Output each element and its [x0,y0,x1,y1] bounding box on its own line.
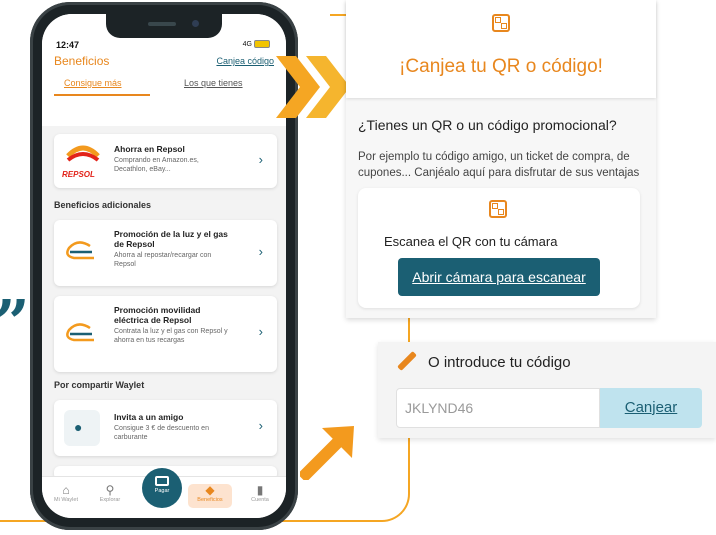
chevron-right-icon: › [258,418,263,433]
status-time: 12:47 [56,40,80,50]
chevron-right-icon: › [258,324,263,339]
decorative-frame-top [330,14,346,16]
scan-card: Escanea el QR con tu cámara Abrir cámara… [358,188,640,308]
phone-mockup: 12:47 4G Beneficios Canjea código Consig… [30,2,298,530]
promo-code-input[interactable]: JKLYND46 [396,388,600,428]
card-subtitle: Consigue 3 € de descuento en carburante [114,425,209,441]
invite-friend-card[interactable]: ● Invita a un amigo Consigue 3 € de desc… [54,400,277,456]
section-title-additional: Beneficios adicionales [54,200,152,210]
pay-button[interactable]: Pagar [142,468,182,508]
open-camera-button[interactable]: Abrir cámara para escanear [398,258,600,296]
redeem-button[interactable]: Canjear [600,388,702,428]
repsol-logo-icon [66,145,100,162]
friends-icon: ● [64,410,100,446]
chevron-right-icon: › [258,244,263,259]
question-heading: ¿Tienes un QR o un código promocional? [358,117,617,133]
card-title: Ahorra en Repsol [114,144,185,154]
luz-gas-card[interactable]: Promoción de la luz y el gas de Repsol A… [54,220,277,286]
arrow-up-right-icon [300,426,354,480]
qr-code-icon [489,200,507,218]
redeem-panel: ¡Canjea tu QR o código! ¿Tienes un QR o … [346,0,656,318]
phone-notch [106,14,222,38]
location-pin-icon: ⚲ [105,483,115,497]
plug-icon [66,323,94,342]
battery-icon [254,40,270,48]
shield-icon: ◆ [205,483,215,497]
redeem-code-link[interactable]: Canjea código [216,56,274,66]
qr-code-icon [492,14,510,32]
code-entry-title: O introduce tu código [428,354,571,371]
section-title-share: Por compartir Waylet [54,380,145,390]
card-subtitle: Contrata la luz y el gas con Repsol y ah… [114,328,228,344]
question-description: Por ejemplo tu código amigo, un ticket d… [358,151,640,179]
card-subtitle: Ahorra al repostar/recargar con Repsol [114,252,212,268]
card-icon [155,476,169,486]
repsol-card[interactable]: REPSOL Ahorra en Repsol Comprando en Ama… [54,134,277,188]
phone-screen: 12:47 4G Beneficios Canjea código Consig… [42,14,286,518]
page-title: Beneficios [54,54,110,68]
tab-consigue-mas[interactable]: Consigue más [64,78,122,88]
redeem-header: ¡Canjea tu QR o código! [346,0,656,98]
active-tab-indicator [54,94,150,96]
plug-icon [66,241,94,260]
tab-mi-waylet[interactable]: ⌂ Mi Waylet [44,483,88,504]
home-icon: ⌂ [62,483,70,497]
pencil-icon [397,351,417,371]
code-entry-panel: O introduce tu código JKLYND46 Canjear [378,342,716,438]
quote-mark-icon: ” [0,292,30,354]
tab-cuenta[interactable]: ▮ Cuenta [238,483,282,504]
scan-instructions: Escanea el QR con tu cámara [384,234,558,249]
chevron-right-icon: › [258,152,263,167]
network-indicator: 4G [243,40,270,48]
movilidad-card[interactable]: Promoción movilidad eléctrica de Repsol … [54,296,277,372]
redeem-title: ¡Canjea tu QR o código! [399,56,603,77]
tab-explorar[interactable]: ⚲ Explorar [88,483,132,504]
card-title: Promoción movilidad eléctrica de Repsol [114,305,201,325]
tab-los-que-tienes[interactable]: Los que tienes [184,78,243,88]
card-subtitle: Comprando en Amazon.es, Decathlon, eBay.… [114,157,199,173]
bar-chart-icon: ▮ [256,483,264,497]
card-title: Invita a un amigo [114,412,184,422]
card-title: Promoción de la luz y el gas de Repsol [114,229,228,249]
repsol-logo-text: REPSOL [62,170,95,179]
tab-beneficios[interactable]: ◆ Beneficios [188,484,232,508]
chevron-arrows-icon [276,56,350,118]
